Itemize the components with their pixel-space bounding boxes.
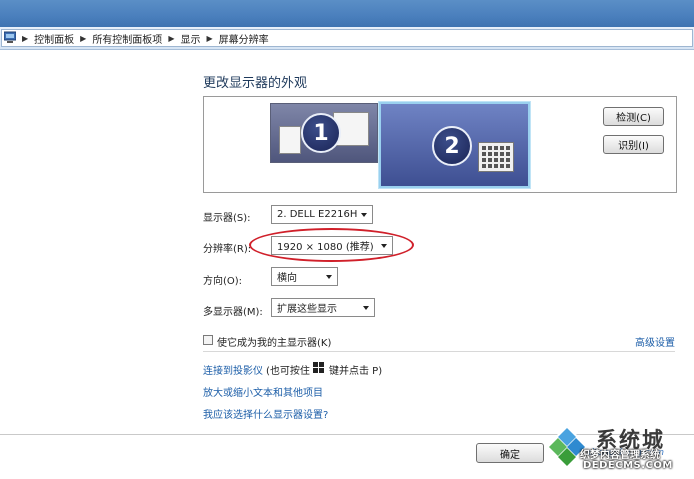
- projector-hint-2: 键并点击 P): [329, 366, 383, 377]
- chevron-down-icon: [326, 275, 332, 279]
- orientation-select[interactable]: 横向: [271, 267, 338, 286]
- breadcrumb-item-all-items[interactable]: 所有控制面板项: [92, 31, 162, 46]
- page-title: 更改显示器的外观: [203, 76, 308, 91]
- address-box[interactable]: ▶ 控制面板 ▶ 所有控制面板项 ▶ 显示 ▶ 屏幕分辨率: [1, 29, 693, 47]
- primary-display-checkbox[interactable]: [203, 335, 213, 345]
- chevron-right-icon[interactable]: ▶: [22, 34, 28, 43]
- advanced-settings-link[interactable]: 高级设置: [635, 334, 675, 349]
- desktop-grid-icon: [478, 142, 514, 172]
- display-label: 显示器(S):: [203, 213, 251, 224]
- which-settings-link[interactable]: 我应该选择什么显示器设置?: [203, 406, 328, 421]
- primary-display-label[interactable]: 使它成为我的主显示器(K): [217, 334, 331, 349]
- breadcrumb-item-control-panel[interactable]: 控制面板: [34, 31, 74, 46]
- display-select-value: 2. DELL E2216H: [277, 209, 358, 220]
- mini-window-icon: [279, 126, 301, 154]
- divider: [203, 351, 675, 352]
- monitor-2-number: 2: [432, 126, 472, 166]
- detect-button[interactable]: 检测(C): [603, 107, 664, 126]
- monitor-1-number: 1: [301, 113, 341, 153]
- identify-button[interactable]: 识别(I): [603, 135, 664, 154]
- chevron-down-icon: [361, 213, 367, 217]
- resolution-label: 分辨率(R):: [203, 244, 252, 255]
- chevron-down-icon: [363, 306, 369, 310]
- breadcrumb-item-display[interactable]: 显示: [180, 31, 200, 46]
- control-panel-icon: [4, 31, 16, 43]
- multi-display-select[interactable]: 扩展这些显示: [271, 298, 375, 317]
- breadcrumb: ▶ 控制面板 ▶ 所有控制面板项 ▶ 显示 ▶ 屏幕分辨率: [22, 31, 269, 46]
- orientation-select-value: 横向: [277, 273, 297, 284]
- display-select[interactable]: 2. DELL E2216H: [271, 205, 373, 224]
- multi-display-select-value: 扩展这些显示: [277, 304, 337, 315]
- watermark-cms-text: 织梦内容管理系统: [580, 450, 660, 461]
- text-size-link[interactable]: 放大或缩小文本和其他项目: [203, 384, 323, 399]
- chevron-right-icon[interactable]: ▶: [206, 34, 212, 43]
- window-title-bar: [0, 0, 694, 27]
- windows-logo-icon: [313, 362, 324, 373]
- watermark-site: DEDECMS.COM: [583, 460, 673, 471]
- orientation-label: 方向(O):: [203, 276, 243, 287]
- projector-hint: (也可按住: [266, 366, 310, 377]
- breadcrumb-item-resolution[interactable]: 屏幕分辨率: [219, 31, 269, 46]
- multi-display-label: 多显示器(M):: [203, 307, 263, 318]
- chevron-right-icon[interactable]: ▶: [80, 34, 86, 43]
- address-bar: ▶ 控制面板 ▶ 所有控制面板项 ▶ 显示 ▶ 屏幕分辨率: [0, 27, 694, 50]
- chevron-right-icon[interactable]: ▶: [168, 34, 174, 43]
- highlight-ellipse: [249, 228, 414, 262]
- connect-projector-link[interactable]: 连接到投影仪: [203, 362, 263, 377]
- ok-button[interactable]: 确定: [476, 443, 544, 463]
